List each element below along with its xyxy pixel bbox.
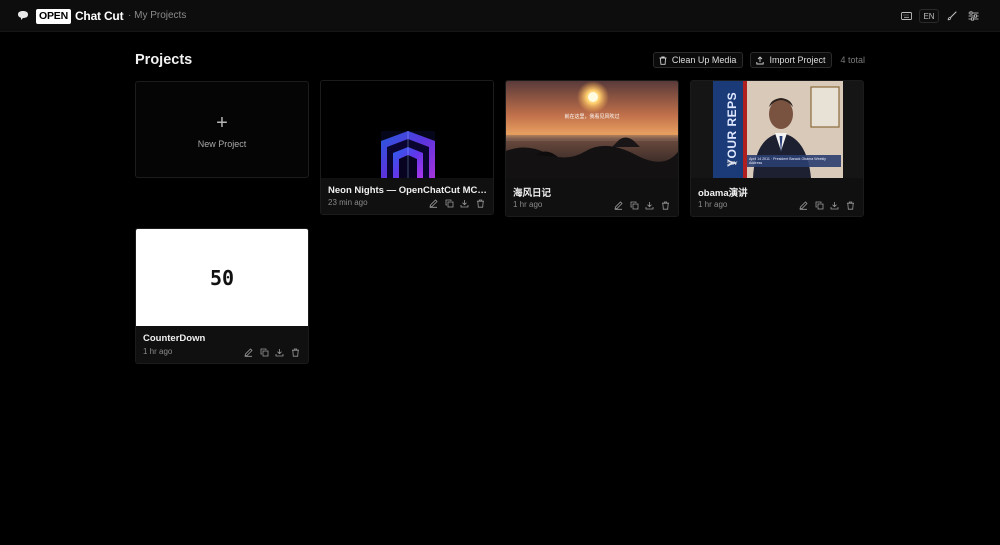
- chat-icon[interactable]: [17, 10, 29, 21]
- duplicate-icon[interactable]: [629, 200, 639, 210]
- sunset-image: [506, 81, 678, 178]
- sliders-icon[interactable]: [965, 8, 981, 24]
- trash-icon: [659, 56, 667, 65]
- edit-icon[interactable]: [799, 200, 809, 210]
- download-icon[interactable]: [645, 200, 655, 210]
- duplicate-icon[interactable]: [444, 198, 454, 208]
- project-title[interactable]: 海风日记: [513, 185, 551, 199]
- delete-icon[interactable]: [845, 200, 855, 210]
- delete-icon[interactable]: [290, 347, 300, 357]
- logo-open-badge: OPEN: [36, 8, 71, 24]
- delete-icon[interactable]: [475, 198, 485, 208]
- project-time: 1 hr ago: [513, 200, 543, 209]
- download-icon[interactable]: [830, 200, 840, 210]
- brush-icon[interactable]: [944, 8, 960, 24]
- project-count: 4 total: [840, 55, 865, 65]
- project-card[interactable]: YOUR REPS SCV April 14 2011 · President …: [690, 80, 864, 217]
- project-thumbnail-counter[interactable]: 50: [136, 229, 308, 326]
- project-title[interactable]: CounterDown: [143, 333, 205, 344]
- breadcrumb[interactable]: · My Projects: [128, 10, 186, 21]
- project-title[interactable]: obama演讲: [698, 185, 748, 199]
- project-time: 1 hr ago: [698, 200, 728, 209]
- logo-text: Chat Cut: [74, 9, 124, 23]
- upload-icon: [756, 55, 765, 64]
- side-label: SCV: [727, 161, 738, 167]
- banner-text: YOUR REPS: [725, 91, 739, 167]
- project-thumbnail-speech[interactable]: YOUR REPS SCV April 14 2011 · President …: [691, 81, 863, 178]
- edit-icon[interactable]: [244, 347, 254, 357]
- project-card[interactable]: 50 CounterDown 1 hr ago: [135, 228, 309, 364]
- duplicate-icon[interactable]: [259, 347, 269, 357]
- import-project-label: Import Project: [769, 55, 826, 65]
- card-actions: [793, 200, 855, 210]
- page-title: Projects: [135, 52, 193, 68]
- card-actions: [238, 347, 300, 357]
- project-thumbnail-sunset[interactable]: 就在这里，我看见风吹过: [506, 81, 678, 178]
- language-toggle[interactable]: EN: [919, 9, 939, 23]
- counter-number: 50: [209, 265, 235, 290]
- card-actions: [423, 198, 485, 208]
- top-right-tools: EN: [893, 8, 981, 24]
- clean-up-media-button[interactable]: Clean Up Media: [652, 52, 744, 68]
- project-title[interactable]: Neon Nights — OpenChatCut MCP ...: [328, 185, 490, 196]
- new-project-label: New Project: [197, 139, 247, 149]
- video-caption: 就在这里，我看见风吹过: [564, 114, 620, 120]
- project-thumbnail-neon[interactable]: [321, 81, 493, 178]
- edit-icon[interactable]: [429, 198, 439, 208]
- project-card[interactable]: Neon Nights — OpenChatCut MCP ... 23 min…: [320, 80, 494, 215]
- project-card[interactable]: 就在这里，我看见风吹过 海风日记 1 hr ago: [505, 80, 679, 217]
- delete-icon[interactable]: [660, 200, 670, 210]
- new-project-card[interactable]: + New Project: [135, 81, 309, 178]
- card-actions: [608, 200, 670, 210]
- top-bar: OPEN Chat Cut · My Projects EN: [0, 0, 1000, 32]
- neon-cube-image: [381, 131, 435, 178]
- app-logo[interactable]: OPEN Chat Cut: [36, 8, 124, 24]
- lower-third: April 14 2011 · President Barack Obama W…: [749, 157, 826, 165]
- download-icon[interactable]: [275, 347, 285, 357]
- download-icon[interactable]: [460, 198, 470, 208]
- edit-icon[interactable]: [614, 200, 624, 210]
- keyboard-icon[interactable]: [898, 8, 914, 24]
- project-time: 1 hr ago: [143, 347, 173, 356]
- plus-icon: +: [216, 112, 228, 134]
- project-time: 23 min ago: [328, 198, 368, 207]
- clean-up-media-label: Clean Up Media: [671, 55, 737, 65]
- header-actions: Clean Up Media Import Project 4 total: [646, 52, 865, 68]
- import-project-button[interactable]: Import Project: [750, 52, 833, 68]
- duplicate-icon[interactable]: [814, 200, 824, 210]
